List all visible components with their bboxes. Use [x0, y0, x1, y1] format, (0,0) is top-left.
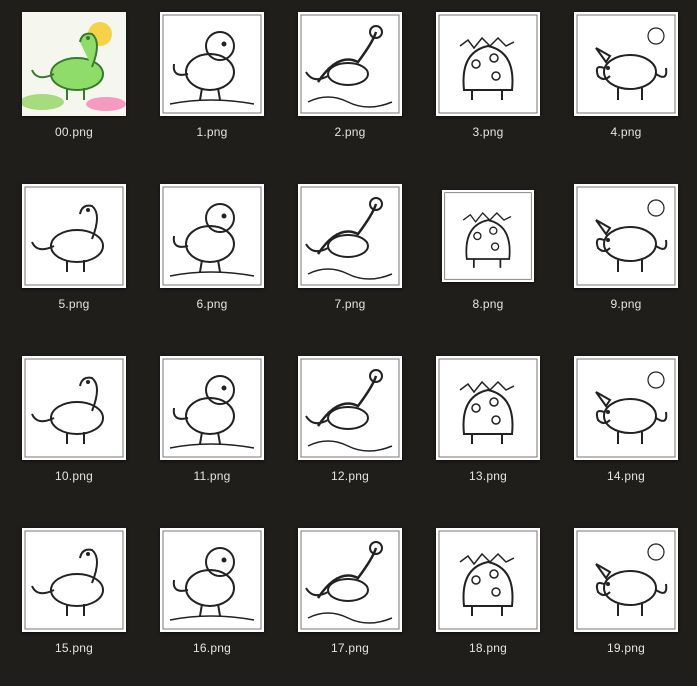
- file-name-label: 8.png: [472, 297, 504, 311]
- stegosaurus-icon[interactable]: [22, 356, 126, 460]
- file-name-label: 1.png: [196, 125, 228, 139]
- dinosaur-cute-icon[interactable]: [160, 528, 264, 632]
- file-name-label: 19.png: [607, 641, 645, 655]
- dinosaur-running-icon[interactable]: [298, 12, 402, 116]
- file-name-label: 4.png: [610, 125, 642, 139]
- pterodactyl-jungle-icon[interactable]: [574, 184, 678, 288]
- file-name-label: 10.png: [55, 469, 93, 483]
- file-name-label: 18.png: [469, 641, 507, 655]
- dinosaur-color-icon[interactable]: [22, 12, 126, 116]
- file-name-label: 16.png: [193, 641, 231, 655]
- file-item[interactable]: 10.png: [4, 344, 144, 514]
- file-item[interactable]: 16.png: [142, 516, 282, 686]
- file-item[interactable]: 11.png: [142, 344, 282, 514]
- file-grid: 00.png 1.png 2.png 3.png 4.png 5.png 6.p…: [0, 0, 697, 655]
- file-item[interactable]: 9.png: [556, 172, 696, 342]
- file-item[interactable]: 1.png: [142, 0, 282, 170]
- file-item[interactable]: 6.png: [142, 172, 282, 342]
- file-item[interactable]: 7.png: [280, 172, 420, 342]
- file-item[interactable]: 13.png: [418, 344, 558, 514]
- trex-jungle-icon[interactable]: [22, 184, 126, 288]
- file-item[interactable]: 8.png: [418, 172, 558, 342]
- file-item[interactable]: 17.png: [280, 516, 420, 686]
- file-item[interactable]: 2.png: [280, 0, 420, 170]
- file-item[interactable]: 00.png: [4, 0, 144, 170]
- file-name-label: 6.png: [196, 297, 228, 311]
- file-name-label: 11.png: [193, 469, 231, 483]
- dinosaur-snow-icon[interactable]: [160, 184, 264, 288]
- playground-slide-icon[interactable]: [574, 528, 678, 632]
- file-name-label: 7.png: [334, 297, 366, 311]
- file-name-label: 14.png: [607, 469, 645, 483]
- file-name-label: 3.png: [472, 125, 504, 139]
- file-name-label: 5.png: [58, 297, 90, 311]
- file-name-label: 2.png: [334, 125, 366, 139]
- dinosaur-cute-icon[interactable]: [160, 356, 264, 460]
- triceratops-icon[interactable]: [574, 356, 678, 460]
- file-item[interactable]: 3.png: [418, 0, 558, 170]
- dinosaur-wings-icon[interactable]: [298, 528, 402, 632]
- file-name-label: 15.png: [55, 641, 93, 655]
- plesiosaur-icon[interactable]: [298, 184, 402, 288]
- file-name-label: 17.png: [331, 641, 369, 655]
- triceratops-flowers-icon[interactable]: [436, 356, 540, 460]
- file-name-label: 00.png: [55, 125, 93, 139]
- stegosaurus-icon[interactable]: [442, 190, 534, 282]
- file-name-label: 9.png: [610, 297, 642, 311]
- brachiosaurus-icon[interactable]: [22, 528, 126, 632]
- brachiosaurus-icon[interactable]: [298, 356, 402, 460]
- dinosaur-river-icon[interactable]: [160, 12, 264, 116]
- file-item[interactable]: 18.png: [418, 516, 558, 686]
- file-name-label: 13.png: [469, 469, 507, 483]
- file-item[interactable]: 15.png: [4, 516, 144, 686]
- file-item[interactable]: 5.png: [4, 172, 144, 342]
- file-item[interactable]: 14.png: [556, 344, 696, 514]
- dinosaur-nest-icon[interactable]: [436, 12, 540, 116]
- file-item[interactable]: 4.png: [556, 0, 696, 170]
- playground-swing-icon[interactable]: [436, 528, 540, 632]
- file-name-label: 12.png: [331, 469, 369, 483]
- file-item[interactable]: 19.png: [556, 516, 696, 686]
- dinosaur-nest-icon[interactable]: [574, 12, 678, 116]
- file-item[interactable]: 12.png: [280, 344, 420, 514]
